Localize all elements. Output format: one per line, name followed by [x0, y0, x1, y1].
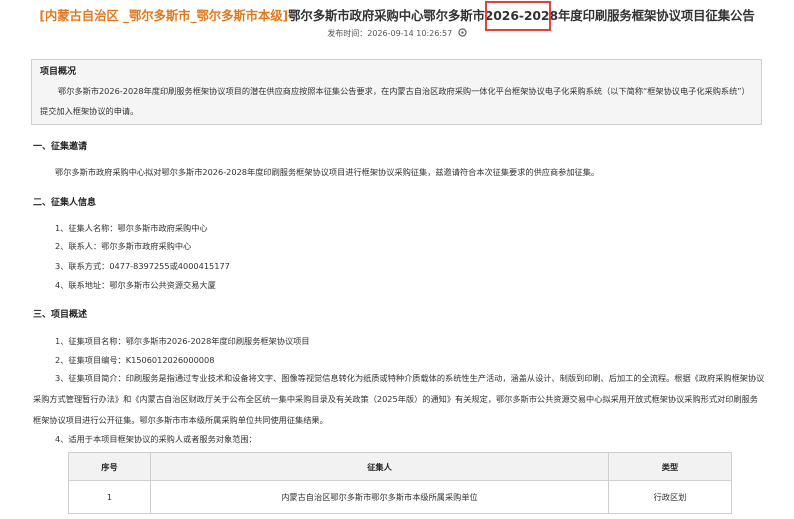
service-scope: 4、适用于本项目框架协议的采购人或者服务对象范围： [55, 434, 257, 444]
section-collector-title: 二、征集人信息 [33, 198, 97, 208]
table-cell-collector: 内蒙古自治区鄂尔多斯市鄂尔多斯市本级所属采购单位 [150, 480, 609, 514]
wheel-icon[interactable] [458, 28, 467, 37]
publish-time-row: 发布时间：2026-09-14 10:26:57 [0, 28, 794, 39]
collector-phone: 3、联系方式：0477-8397255或4000415177 [55, 261, 230, 271]
table-header-row: 序号 征集人 类型 [68, 452, 732, 481]
table-row: 1 内蒙古自治区鄂尔多斯市鄂尔多斯市本级所属采购单位 行政区划 [68, 480, 732, 514]
announcement-page: [内蒙古自治区 _鄂尔多斯市_鄂尔多斯市本级]鄂尔多斯市政府采购中心鄂尔多斯市 2… [0, 0, 794, 519]
publish-time: 2026-09-14 10:26:57 [367, 29, 453, 38]
title-suffix: 年度印刷服务框架协议项目征集公告 [557, 8, 755, 23]
section-overview-title: 三、项目概述 [33, 310, 88, 320]
title-prefix: 鄂尔多斯市政府采购中心鄂尔多斯市 [288, 8, 485, 23]
overview-title: 项目概况 [40, 67, 77, 77]
announcement-title: [内蒙古自治区 _鄂尔多斯市_鄂尔多斯市本级]鄂尔多斯市政府采购中心鄂尔多斯市2… [0, 6, 794, 24]
year-highlight-box [485, 1, 551, 31]
project-overview-box: 项目概况 鄂尔多斯市2026-2028年度印刷服务框架协议项目的潜在供应商应按照… [31, 59, 762, 125]
table-cell-type: 行政区划 [608, 480, 732, 514]
table-header-collector: 征集人 [150, 452, 609, 481]
table-cell-index: 1 [68, 480, 151, 514]
table-header-index: 序号 [68, 452, 151, 481]
collector-address: 4、联系地址：鄂尔多斯市公共资源交易大厦 [55, 280, 216, 290]
collector-table: 序号 征集人 类型 1 内蒙古自治区鄂尔多斯市鄂尔多斯市本级所属采购单位 行政区… [68, 452, 732, 514]
region-breadcrumb[interactable]: [内蒙古自治区 _鄂尔多斯市_鄂尔多斯市本级] [39, 8, 288, 23]
publish-label: 发布时间： [327, 29, 368, 38]
collector-contact: 2、联系人：鄂尔多斯市政府采购中心 [55, 241, 192, 251]
section-invitation-body: 鄂尔多斯市政府采购中心拟对鄂尔多斯市2026-2028年度印刷服务框架协议项目进… [55, 167, 600, 177]
project-name: 1、征集项目名称：鄂尔多斯市2026-2028年度印刷服务框架协议项目 [55, 336, 310, 346]
project-number: 2、征集项目编号：K1506012026000008 [55, 355, 215, 365]
section-invitation-title: 一、征集邀请 [33, 142, 88, 152]
collector-name: 1、征集人名称：鄂尔多斯市政府采购中心 [55, 223, 208, 233]
overview-body: 鄂尔多斯市2026-2028年度印刷服务框架协议项目的潜在供应商应按照本征集公告… [40, 86, 750, 116]
table-header-type: 类型 [608, 452, 732, 481]
project-introduction: 3、征集项目简介：印刷服务是指通过专业技术和设备将文字、图像等视觉信息转化为纸质… [33, 373, 765, 425]
